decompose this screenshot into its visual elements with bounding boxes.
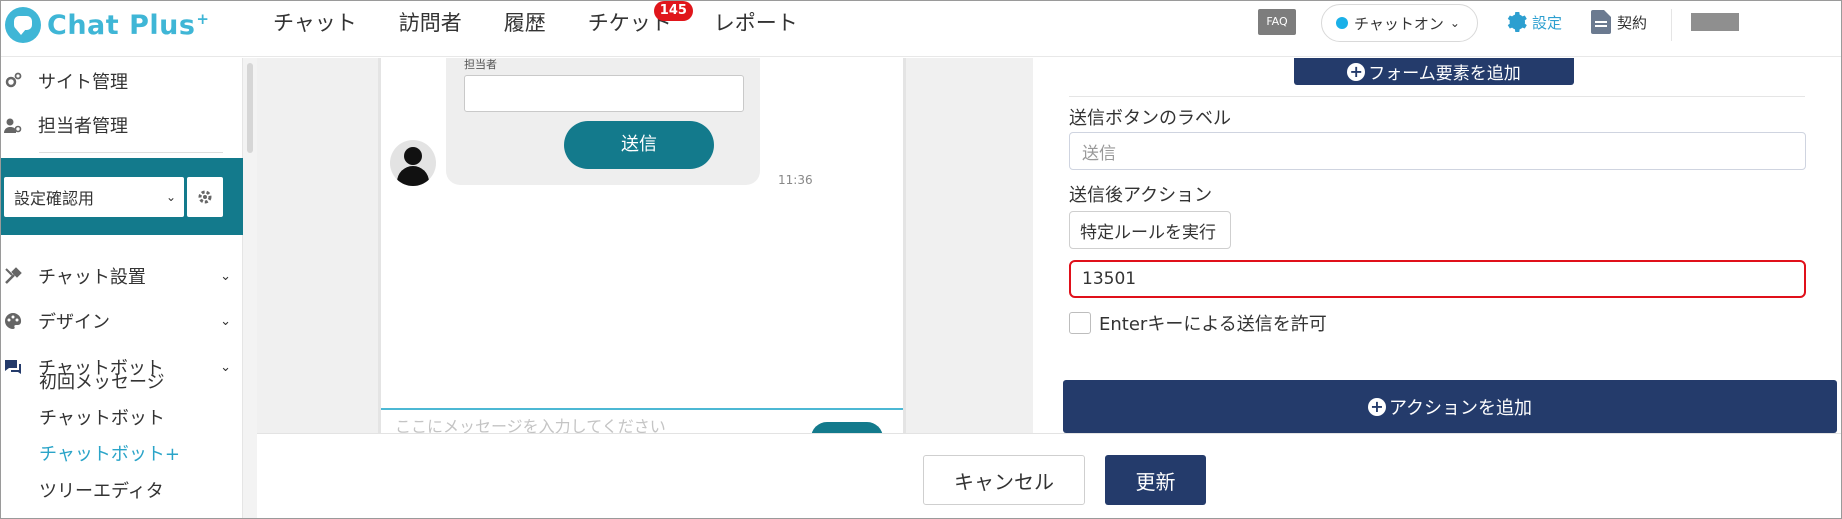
rule-id-value: 13501 bbox=[1082, 269, 1137, 289]
update-button[interactable]: 更新 bbox=[1105, 455, 1206, 505]
settings-label: 設定 bbox=[1532, 13, 1563, 32]
nav-history[interactable]: 履歴 bbox=[504, 1, 546, 45]
sidebar-item-site-management[interactable]: サイト管理 bbox=[1, 61, 243, 101]
bot-form-bubble: 担当者 送信 bbox=[446, 58, 760, 185]
send-button-label-title: 送信ボタンのラベル bbox=[1069, 108, 1231, 129]
sidebar-item-label: サイト管理 bbox=[38, 72, 128, 93]
tickets-count-badge: 145 bbox=[653, 1, 693, 21]
contract-label: 契約 bbox=[1617, 13, 1648, 32]
add-form-element-button[interactable]: + フォーム要素を追加 bbox=[1294, 58, 1574, 85]
chat-bubble-logo-icon bbox=[5, 7, 41, 43]
avatar bbox=[390, 140, 436, 186]
app-window: Chat Plus+ チャット 訪問者 履歴 チケット 145 レポート FAQ … bbox=[0, 0, 1842, 519]
sidebar-subitem-chatbot[interactable]: チャットボット bbox=[39, 404, 165, 434]
nav-reports[interactable]: レポート bbox=[714, 1, 798, 45]
tools-icon bbox=[5, 267, 22, 284]
chevron-down-icon: ⌄ bbox=[165, 190, 176, 204]
rule-id-input[interactable]: 13501 bbox=[1069, 260, 1806, 298]
send-button-label-input[interactable]: 送信 bbox=[1069, 132, 1806, 170]
site-settings-button[interactable] bbox=[187, 177, 223, 217]
sidebar-subitem-tree-editor[interactable]: ツリーエディタ bbox=[39, 477, 164, 507]
gear-icon bbox=[198, 190, 212, 204]
logo-text: Chat Plus+ bbox=[47, 9, 210, 41]
after-send-action-title: 送信後アクション bbox=[1069, 185, 1213, 206]
nav-chat[interactable]: チャット bbox=[273, 1, 357, 45]
palette-icon bbox=[5, 312, 22, 329]
chevron-down-icon: ⌄ bbox=[220, 268, 231, 284]
sidebar-item-staff-management[interactable]: 担当者管理 bbox=[1, 105, 243, 145]
enter-key-checkbox[interactable] bbox=[1069, 312, 1091, 334]
message-composer[interactable]: ここにメッセージを入力してください bbox=[381, 408, 903, 446]
add-form-element-label: フォーム要素を追加 bbox=[1368, 64, 1521, 84]
preview-send-button[interactable]: 送信 bbox=[564, 121, 714, 169]
send-button-label-value: 送信 bbox=[1082, 143, 1116, 164]
chevron-down-icon: ⌄ bbox=[1449, 16, 1460, 30]
sidebar-item-label: デザイン bbox=[38, 312, 110, 333]
message-timestamp: 11:36 bbox=[778, 173, 813, 187]
chat-icon bbox=[5, 360, 21, 374]
faq-button[interactable]: FAQ bbox=[1258, 9, 1296, 35]
status-label: チャットオン bbox=[1354, 14, 1444, 33]
plus-circle-icon: + bbox=[1367, 397, 1386, 416]
sidebar-divider bbox=[39, 152, 223, 153]
site-select[interactable]: 設定確認用 ⌄ bbox=[4, 177, 184, 217]
logo[interactable]: Chat Plus+ bbox=[5, 5, 209, 45]
preview-form-input[interactable] bbox=[464, 75, 744, 112]
footer-actions: キャンセル 更新 bbox=[257, 433, 1841, 518]
form-field-label: 担当者 bbox=[464, 58, 497, 71]
status-dot-icon bbox=[1336, 17, 1348, 29]
form-settings-panel: + フォーム要素を追加 送信ボタンのラベル 送信 送信後アクション 特定ルールを… bbox=[1033, 58, 1841, 433]
chevron-down-icon: ⌄ bbox=[220, 359, 231, 375]
nav-visitors[interactable]: 訪問者 bbox=[399, 1, 462, 45]
sidebar-item-design[interactable]: デザイン ⌄ bbox=[1, 301, 243, 341]
after-send-action-select[interactable]: 特定ルールを実行 bbox=[1069, 211, 1231, 249]
plus-circle-icon: + bbox=[1347, 62, 1366, 81]
sidebar: サイト管理 担当者管理 設定確認用 ⌄ チャット設置 ⌄ デザイン ⌄ チャット… bbox=[1, 58, 243, 518]
sidebar-item-label: 担当者管理 bbox=[38, 116, 128, 137]
user-gear-icon bbox=[4, 118, 22, 133]
enter-key-label: Enterキーによる送信を許可 bbox=[1099, 314, 1327, 335]
gears-icon bbox=[5, 72, 22, 88]
main-nav: チャット 訪問者 履歴 チケット 145 レポート bbox=[273, 1, 840, 45]
sidebar-item-label: チャット設置 bbox=[38, 267, 146, 288]
site-select-container: 設定確認用 ⌄ bbox=[1, 158, 243, 235]
panel-divider bbox=[1069, 96, 1805, 97]
contract-link[interactable]: 契約 bbox=[1591, 10, 1647, 34]
add-action-button[interactable]: + アクションを追加 bbox=[1063, 380, 1837, 433]
user-menu[interactable] bbox=[1691, 13, 1739, 31]
settings-link[interactable]: 設定 bbox=[1504, 10, 1562, 34]
header-divider bbox=[1671, 9, 1672, 41]
avatar-head bbox=[404, 147, 422, 165]
avatar-body bbox=[397, 166, 429, 186]
site-select-value: 設定確認用 bbox=[14, 189, 95, 208]
document-icon bbox=[1591, 10, 1611, 34]
nav-tickets[interactable]: チケット 145 bbox=[588, 1, 693, 45]
after-send-action-value: 特定ルールを実行 bbox=[1080, 222, 1216, 243]
top-navbar: Chat Plus+ チャット 訪問者 履歴 チケット 145 レポート FAQ … bbox=[1, 1, 1841, 57]
cancel-button[interactable]: キャンセル bbox=[923, 455, 1085, 505]
enter-key-send-option[interactable]: Enterキーによる送信を許可 bbox=[1069, 310, 1327, 336]
gear-icon bbox=[1507, 12, 1527, 32]
chevron-down-icon: ⌄ bbox=[220, 313, 231, 329]
chat-status-dropdown[interactable]: チャットオン ⌄ bbox=[1321, 4, 1478, 42]
main-content: 担当者 送信 11:36 ここにメッセージを入力してください + フォーム要素を… bbox=[257, 58, 1841, 446]
sidebar-item-chat-setup[interactable]: チャット設置 ⌄ bbox=[1, 256, 243, 296]
add-action-label: アクションを追加 bbox=[1388, 397, 1533, 419]
chat-preview: 担当者 送信 11:36 ここにメッセージを入力してください bbox=[378, 58, 906, 446]
sidebar-subitem-chatbot-plus[interactable]: チャットボット+ bbox=[39, 440, 180, 470]
sidebar-scrollbar-thumb[interactable] bbox=[247, 63, 253, 153]
sidebar-subitem-first-message[interactable]: 初回メッセージ bbox=[39, 368, 165, 398]
